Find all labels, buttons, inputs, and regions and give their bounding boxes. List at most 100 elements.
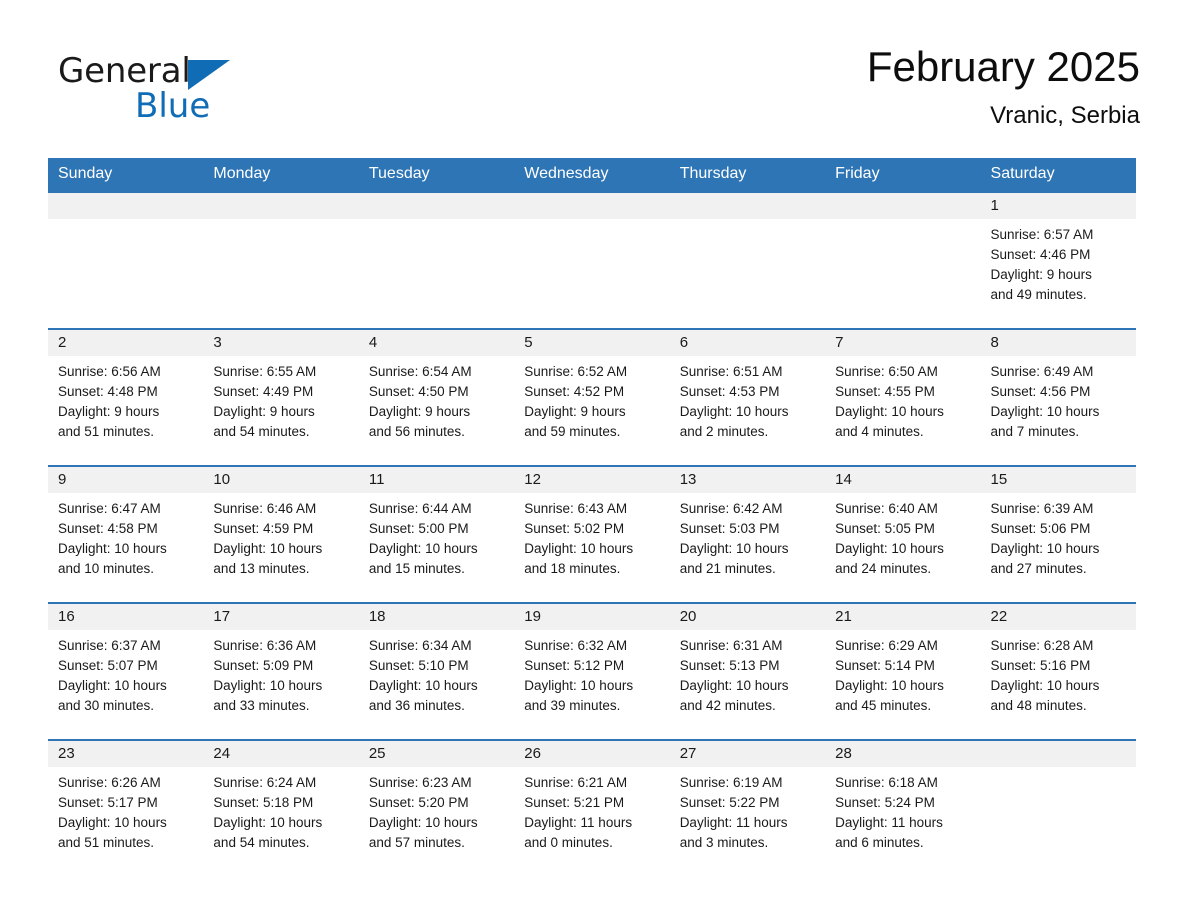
- calendar-day-cell[interactable]: 1 Sunrise: 6:57 AM Sunset: 4:46 PM Daylight…: [980, 191, 1136, 329]
- calendar-week-row: 23 Sunrise: 6:26 AM Sunset: 5:17 PM Dayligh…: [48, 739, 1136, 876]
- calendar-day-cell[interactable]: 26 Sunrise: 6:21 AM Sunset: 5:21 PM Dayligh…: [514, 739, 670, 876]
- daylight-text-line2: and 3 minutes.: [679, 835, 769, 850]
- logo-line-one: General: [58, 52, 318, 90]
- calendar-day-cell[interactable]: 8 Sunrise: 6:49 AM Sunset: 4:56 PM Daylight…: [980, 328, 1136, 466]
- sunrise-text: Sunrise: 6:51 AM: [679, 364, 783, 379]
- sunset-text: Sunset: 4:53 PM: [679, 384, 780, 399]
- calendar-day-cell[interactable]: 7 Sunrise: 6:50 AM Sunset: 4:55 PM Daylight…: [825, 328, 981, 466]
- sunset-text: Sunset: 4:59 PM: [213, 521, 314, 536]
- calendar-day-cell-empty: [48, 191, 204, 329]
- calendar-day-cell[interactable]: 12 Sunrise: 6:43 AM Sunset: 5:02 PM Dayligh…: [514, 465, 670, 603]
- day-details: Sunrise: 6:43 AM Sunset: 5:02 PM Daylight:…: [514, 493, 669, 579]
- daylight-text-line1: Daylight: 10 hours: [524, 541, 634, 556]
- daylight-text-line1: Daylight: 11 hours: [835, 815, 943, 830]
- calendar-day-cell[interactable]: 25 Sunrise: 6:23 AM Sunset: 5:20 PM Dayligh…: [358, 739, 515, 876]
- calendar-header-row: Sunday Monday Tuesday Wednesday Thursday…: [48, 158, 1136, 192]
- day-number: 18: [358, 604, 515, 630]
- calendar-day-cell[interactable]: 24 Sunrise: 6:24 AM Sunset: 5:18 PM Dayligh…: [203, 739, 359, 876]
- daylight-text-line2: and 13 minutes.: [213, 561, 310, 576]
- calendar-day-cell[interactable]: 20 Sunrise: 6:31 AM Sunset: 5:13 PM Dayligh…: [669, 602, 826, 740]
- day-number: 25: [358, 741, 515, 767]
- sunset-text: Sunset: 4:52 PM: [524, 384, 625, 399]
- calendar-day-cell[interactable]: 21 Sunrise: 6:29 AM Sunset: 5:14 PM Dayligh…: [825, 602, 981, 740]
- daylight-text-line2: and 21 minutes.: [679, 561, 776, 576]
- sunset-text: Sunset: 5:03 PM: [679, 521, 780, 536]
- weekday-header-tuesday: Tuesday: [358, 158, 515, 192]
- day-number: 19: [514, 604, 670, 630]
- day-details: Sunrise: 6:57 AM Sunset: 4:46 PM Daylight:…: [981, 219, 1136, 305]
- daylight-text-line1: Daylight: 10 hours: [835, 541, 944, 556]
- day-details: Sunrise: 6:29 AM Sunset: 5:14 PM Daylight:…: [825, 630, 980, 716]
- weekday-header-saturday: Saturday: [980, 158, 1136, 192]
- daylight-text-line2: and 18 minutes.: [524, 561, 621, 576]
- weekday-header-wednesday: Wednesday: [514, 158, 670, 192]
- day-details: Sunrise: 6:19 AM Sunset: 5:22 PM Daylight:…: [670, 767, 825, 853]
- calendar-day-cell-empty: [825, 191, 981, 329]
- sunset-text: Sunset: 4:58 PM: [58, 521, 158, 536]
- sunrise-text: Sunrise: 6:43 AM: [524, 501, 628, 516]
- sunrise-text: Sunrise: 6:50 AM: [835, 364, 938, 379]
- sunrise-text: Sunrise: 6:18 AM: [835, 775, 938, 790]
- daylight-text-line2: and 6 minutes.: [835, 835, 924, 850]
- sunset-text: Sunset: 5:21 PM: [524, 795, 625, 810]
- daylight-text-line1: Daylight: 11 hours: [679, 815, 788, 830]
- calendar-day-cell-empty: [358, 191, 515, 329]
- sunrise-text: Sunrise: 6:32 AM: [524, 638, 628, 653]
- calendar-day-cell[interactable]: 19 Sunrise: 6:32 AM Sunset: 5:12 PM Dayligh…: [514, 602, 670, 740]
- day-details: Sunrise: 6:18 AM Sunset: 5:24 PM Daylight:…: [825, 767, 980, 853]
- day-number: 15: [980, 467, 1136, 493]
- sunset-text: Sunset: 5:02 PM: [524, 521, 625, 536]
- day-number: 27: [669, 741, 826, 767]
- sunset-text: Sunset: 4:46 PM: [990, 247, 1091, 262]
- sunrise-text: Sunrise: 6:24 AM: [213, 775, 317, 790]
- calendar-day-cell[interactable]: 18 Sunrise: 6:34 AM Sunset: 5:10 PM Dayligh…: [358, 602, 515, 740]
- day-number: 7: [825, 330, 981, 356]
- sunset-text: Sunset: 5:18 PM: [213, 795, 314, 810]
- day-number: [48, 193, 204, 219]
- calendar-day-cell[interactable]: 16 Sunrise: 6:37 AM Sunset: 5:07 PM Dayligh…: [48, 602, 204, 740]
- calendar-day-cell[interactable]: 6 Sunrise: 6:51 AM Sunset: 4:53 PM Daylight…: [669, 328, 826, 466]
- sunrise-text: Sunrise: 6:42 AM: [679, 501, 783, 516]
- calendar-day-cell[interactable]: 28 Sunrise: 6:18 AM Sunset: 5:24 PM Dayligh…: [825, 739, 981, 876]
- daylight-text-line2: and 45 minutes.: [835, 698, 932, 713]
- calendar-day-cell[interactable]: 3 Sunrise: 6:55 AM Sunset: 4:49 PM Daylight…: [203, 328, 359, 466]
- day-details: Sunrise: 6:40 AM Sunset: 5:05 PM Daylight:…: [825, 493, 980, 579]
- day-number: 28: [825, 741, 981, 767]
- calendar-day-cell[interactable]: 5 Sunrise: 6:52 AM Sunset: 4:52 PM Daylight…: [514, 328, 670, 466]
- daylight-text-line1: Daylight: 10 hours: [835, 678, 944, 693]
- calendar-day-cell[interactable]: 14 Sunrise: 6:40 AM Sunset: 5:05 PM Dayligh…: [825, 465, 981, 603]
- sunrise-text: Sunrise: 6:49 AM: [990, 364, 1094, 379]
- day-number: 26: [514, 741, 670, 767]
- day-details: Sunrise: 6:55 AM Sunset: 4:49 PM Daylight:…: [203, 356, 358, 442]
- calendar-day-cell[interactable]: 10 Sunrise: 6:46 AM Sunset: 4:59 PM Dayligh…: [203, 465, 359, 603]
- day-details: Sunrise: 6:37 AM Sunset: 5:07 PM Daylight:…: [48, 630, 203, 716]
- calendar-day-cell[interactable]: 22 Sunrise: 6:28 AM Sunset: 5:16 PM Dayligh…: [980, 602, 1136, 740]
- day-number: 24: [203, 741, 359, 767]
- daylight-text-line1: Daylight: 10 hours: [835, 404, 944, 419]
- daylight-text-line1: Daylight: 10 hours: [679, 678, 789, 693]
- day-number: 9: [48, 467, 204, 493]
- sunset-text: Sunset: 5:06 PM: [990, 521, 1091, 536]
- calendar-day-cell[interactable]: 13 Sunrise: 6:42 AM Sunset: 5:03 PM Dayligh…: [669, 465, 826, 603]
- sunrise-text: Sunrise: 6:19 AM: [679, 775, 783, 790]
- calendar-day-cell[interactable]: 9 Sunrise: 6:47 AM Sunset: 4:58 PM Daylight…: [48, 465, 204, 603]
- calendar-day-cell[interactable]: 4 Sunrise: 6:54 AM Sunset: 4:50 PM Daylight…: [358, 328, 515, 466]
- sunrise-text: Sunrise: 6:44 AM: [368, 501, 472, 516]
- day-details: Sunrise: 6:39 AM Sunset: 5:06 PM Daylight:…: [981, 493, 1136, 579]
- sunrise-text: Sunrise: 6:36 AM: [213, 638, 317, 653]
- calendar-week-row: 16 Sunrise: 6:37 AM Sunset: 5:07 PM Dayligh…: [48, 602, 1136, 740]
- sunset-text: Sunset: 5:17 PM: [58, 795, 158, 810]
- sunrise-text: Sunrise: 6:55 AM: [213, 364, 317, 379]
- calendar-day-cell[interactable]: 17 Sunrise: 6:36 AM Sunset: 5:09 PM Dayligh…: [203, 602, 359, 740]
- day-details: Sunrise: 6:46 AM Sunset: 4:59 PM Daylight:…: [203, 493, 358, 579]
- calendar-day-cell[interactable]: 2 Sunrise: 6:56 AM Sunset: 4:48 PM Daylight…: [48, 328, 204, 466]
- calendar-day-cell[interactable]: 23 Sunrise: 6:26 AM Sunset: 5:17 PM Dayligh…: [48, 739, 204, 876]
- page-header: General Blue February 2025 Vranic, Serbi…: [48, 42, 1140, 152]
- calendar-day-cell[interactable]: 15 Sunrise: 6:39 AM Sunset: 5:06 PM Dayligh…: [980, 465, 1136, 603]
- calendar-day-cell[interactable]: 11 Sunrise: 6:44 AM Sunset: 5:00 PM Dayligh…: [358, 465, 515, 603]
- generalblue-logo[interactable]: General Blue: [58, 52, 318, 132]
- calendar-day-cell[interactable]: 27 Sunrise: 6:19 AM Sunset: 5:22 PM Dayligh…: [669, 739, 826, 876]
- day-number: 17: [203, 604, 359, 630]
- day-details: Sunrise: 6:34 AM Sunset: 5:10 PM Daylight:…: [359, 630, 514, 716]
- page-title: February 2025: [866, 43, 1140, 90]
